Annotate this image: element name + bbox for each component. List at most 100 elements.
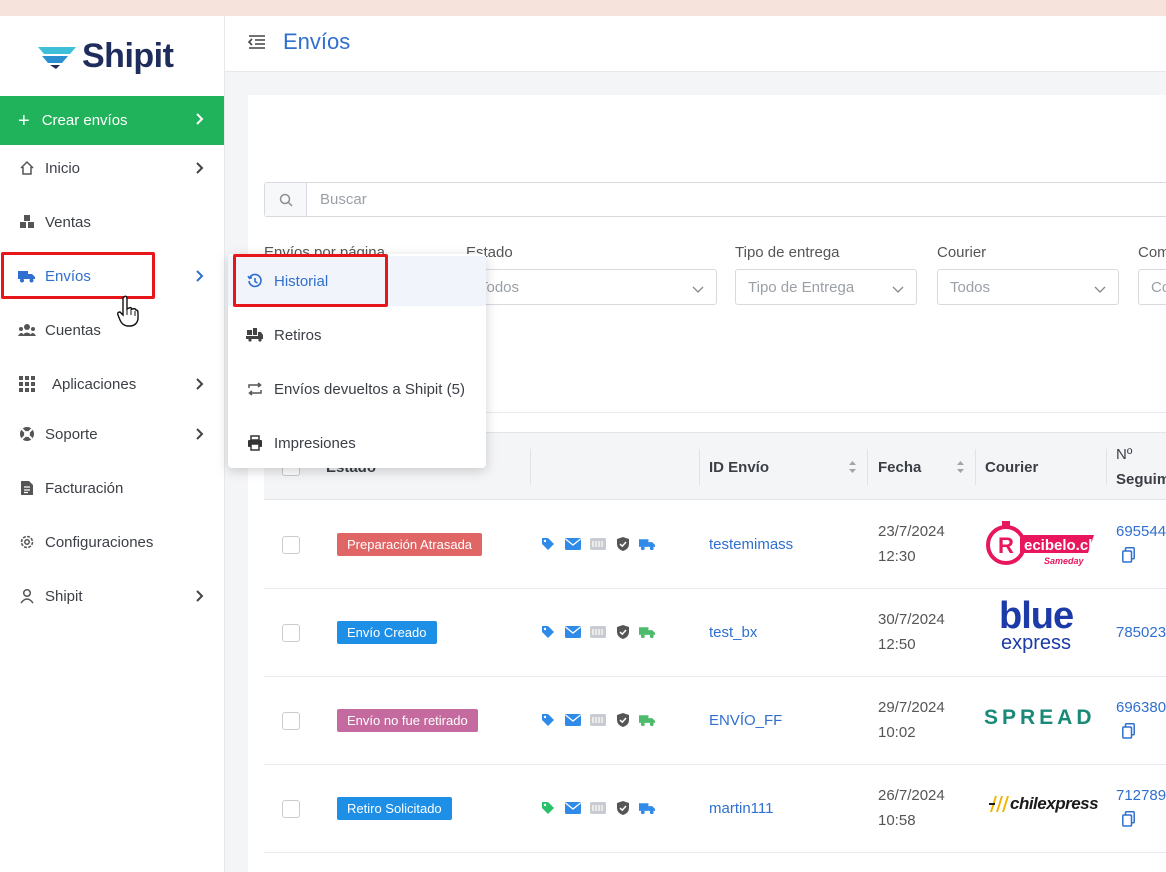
tracking-number-link[interactable]: 695544	[1116, 523, 1166, 540]
truck-icon[interactable]	[639, 623, 656, 640]
shield-icon[interactable]	[614, 535, 631, 552]
label-print-icon[interactable]	[589, 711, 606, 728]
label-print-icon[interactable]	[589, 623, 606, 640]
sidebar-item-shipit[interactable]: Shipit	[0, 576, 224, 616]
tag-icon[interactable]	[539, 799, 556, 816]
label-print-icon[interactable]	[589, 535, 606, 552]
tracking-number-link[interactable]: 712789	[1116, 787, 1166, 804]
tag-icon[interactable]	[539, 623, 556, 640]
filter-label-courier: Courier	[937, 244, 987, 261]
submenu-item-retiros[interactable]: Retiros	[228, 310, 486, 360]
envios-submenu: Historial Retiros Envíos devueltos a Shi…	[228, 254, 486, 468]
sidebar-item-inicio[interactable]: Inicio	[0, 148, 224, 188]
row-checkbox[interactable]	[282, 624, 300, 642]
email-icon[interactable]	[564, 799, 581, 816]
home-icon	[18, 159, 36, 177]
truck-icon[interactable]	[639, 799, 656, 816]
sidebar-item-facturacion[interactable]: Facturación	[0, 468, 224, 508]
menu-collapse-icon[interactable]	[247, 34, 266, 55]
courier-logo-recibelo: R ecibelo.cl Sameday	[986, 519, 1098, 576]
shipment-date: 23/7/2024 12:30	[878, 519, 945, 569]
sidebar-item-envios[interactable]: Envíos	[0, 256, 224, 296]
shield-icon[interactable]	[614, 623, 631, 640]
top-notification-strip	[0, 0, 1166, 16]
shipit-logo[interactable]: Shipit	[36, 36, 174, 76]
status-badge: Envío Creado	[337, 621, 437, 644]
create-shipment-button[interactable]: + Crear envíos	[0, 96, 224, 145]
submenu-item-impresiones[interactable]: Impresiones	[228, 418, 486, 468]
submenu-item-devueltos[interactable]: Envíos devueltos a Shipit (5)	[228, 364, 486, 414]
filter-estado-select[interactable]: Todos	[466, 269, 717, 305]
table-row[interactable]: Retiro Solicitado martin111 26/7/2024 10…	[264, 765, 1166, 853]
sort-icon[interactable]	[848, 459, 857, 480]
sidebar-item-configuraciones[interactable]: Configuraciones	[0, 522, 224, 562]
row-action-icons	[539, 799, 656, 816]
shipit-logo-icon	[38, 47, 76, 69]
truck-icon[interactable]	[639, 711, 656, 728]
email-icon[interactable]	[564, 535, 581, 552]
sidebar-item-label: Cuentas	[45, 321, 101, 339]
pickup-truck-icon	[246, 326, 264, 344]
email-icon[interactable]	[564, 711, 581, 728]
email-icon[interactable]	[564, 623, 581, 640]
courier-name: chilexpress	[1010, 794, 1099, 813]
row-checkbox[interactable]	[282, 712, 300, 730]
truck-icon	[18, 267, 36, 285]
filter-tipo-entrega-select[interactable]: Tipo de Entrega	[735, 269, 917, 305]
shield-icon[interactable]	[614, 799, 631, 816]
truck-icon[interactable]	[639, 535, 656, 552]
sidebar-item-cuentas[interactable]: Cuentas	[0, 310, 224, 350]
column-separator	[975, 449, 976, 485]
grid-icon	[18, 375, 36, 393]
status-badge: Preparación Atrasada	[337, 533, 483, 556]
courier-name: SPREAD	[984, 706, 1096, 729]
row-checkbox[interactable]	[282, 536, 300, 554]
shipment-id-link[interactable]: test_bx	[709, 624, 757, 641]
tag-icon[interactable]	[539, 535, 556, 552]
sidebar-item-label: Soporte	[45, 425, 98, 443]
table-row[interactable]: Envío no fue retirado ENVÍO_FF 29/7/2024…	[264, 677, 1166, 765]
label-print-icon[interactable]	[589, 799, 606, 816]
date-value: 30/7/2024	[878, 611, 945, 628]
submenu-item-historial[interactable]: Historial	[228, 256, 486, 306]
svg-text:R: R	[998, 533, 1014, 558]
submenu-item-label: Envíos devueltos a Shipit (5)	[274, 380, 465, 398]
shipment-id-link[interactable]: testemimass	[709, 536, 793, 553]
row-checkbox[interactable]	[282, 800, 300, 818]
page-title: Envíos	[283, 29, 351, 54]
shipment-id-link[interactable]: martin111	[709, 800, 773, 817]
sort-icon[interactable]	[956, 459, 965, 480]
sidebar-item-soporte[interactable]: Soporte	[0, 414, 224, 454]
courier-logo-spread: SPREAD	[984, 706, 1096, 730]
filter-courier-select[interactable]: Todos	[937, 269, 1119, 305]
date-value: 23/7/2024	[878, 523, 945, 540]
filter-com-select[interactable]: Co	[1138, 269, 1166, 305]
copy-icon[interactable]	[1122, 811, 1135, 832]
tracking-number-link[interactable]: 785023	[1116, 624, 1166, 641]
status-badge: Envío no fue retirado	[337, 709, 478, 732]
col-fecha[interactable]: Fecha	[878, 459, 921, 476]
shield-icon[interactable]	[614, 711, 631, 728]
boxes-icon	[18, 213, 36, 231]
search-input[interactable]	[307, 183, 1166, 216]
sidebar-item-ventas[interactable]: Ventas	[0, 202, 224, 242]
tag-icon[interactable]	[539, 711, 556, 728]
table-row[interactable]: Preparación Atrasada testemimass 23/7/20…	[264, 501, 1166, 589]
courier-subtitle: Sameday	[1044, 556, 1085, 566]
table-row[interactable]: Envío Creado test_bx 30/7/2024 12:50 blu…	[264, 589, 1166, 677]
col-courier[interactable]: Courier	[985, 459, 1038, 476]
invoice-icon	[18, 479, 36, 497]
create-shipment-label: Crear envíos	[41, 112, 128, 129]
col-id-envio[interactable]: ID Envío	[709, 459, 769, 476]
user-icon	[18, 587, 36, 605]
sidebar-item-aplicaciones[interactable]: Aplicaciones	[0, 364, 224, 404]
row-action-icons	[539, 711, 656, 728]
chevron-right-icon	[195, 269, 204, 283]
copy-icon[interactable]	[1122, 547, 1135, 568]
shipment-date: 30/7/2024 12:50	[878, 607, 945, 657]
chevron-right-icon	[195, 377, 204, 391]
column-separator	[530, 449, 531, 485]
copy-icon[interactable]	[1122, 723, 1135, 744]
tracking-number-link[interactable]: 696380	[1116, 699, 1166, 716]
shipment-id-link[interactable]: ENVÍO_FF	[709, 712, 782, 729]
